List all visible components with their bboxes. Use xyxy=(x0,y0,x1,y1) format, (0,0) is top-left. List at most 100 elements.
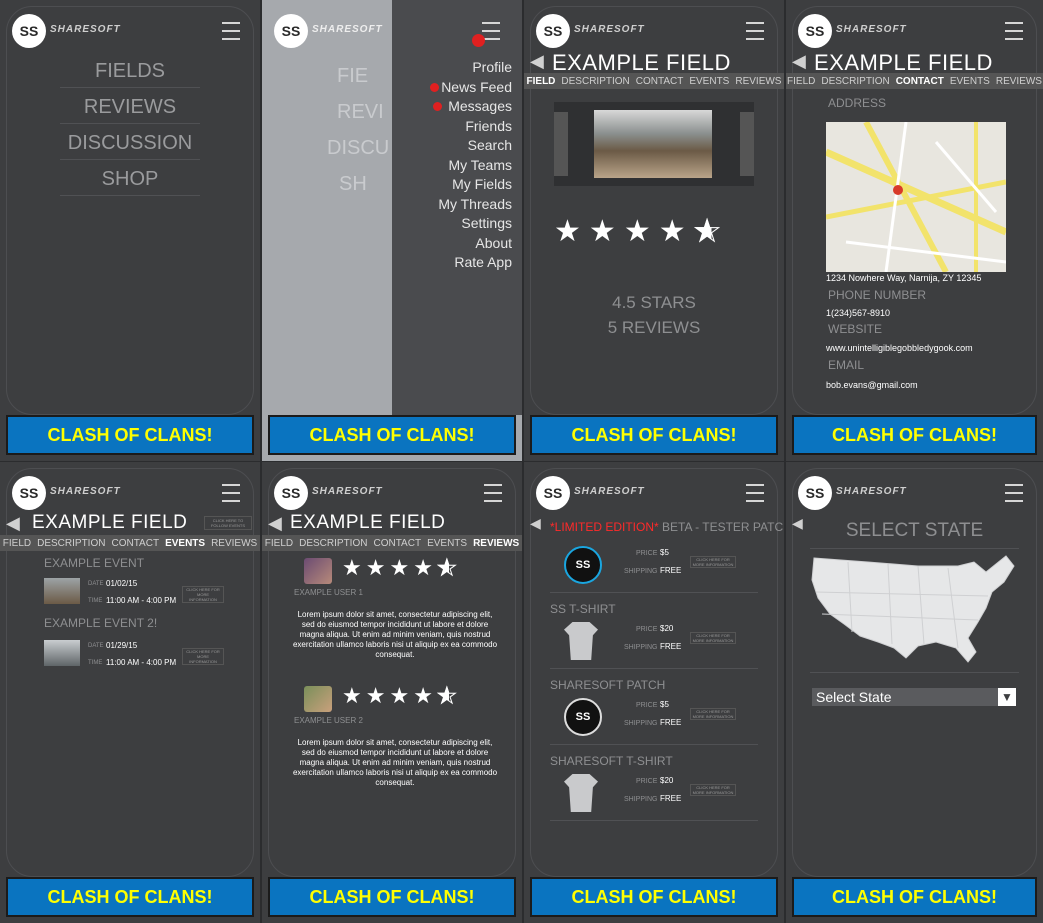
location-map[interactable] xyxy=(826,122,1006,272)
tab-field[interactable]: FIELD xyxy=(527,76,556,87)
avatar[interactable] xyxy=(304,558,332,584)
website-link[interactable]: www.unintelligiblegobbledygook.com xyxy=(826,343,973,353)
menu-item-shop[interactable]: SHOP xyxy=(0,166,260,202)
ad-banner[interactable]: CLASH OF CLANS! xyxy=(530,415,778,455)
tab-events[interactable]: EVENTS xyxy=(689,76,729,87)
sharesoft-logo[interactable]: SS xyxy=(536,14,570,48)
drawer-item-settings[interactable]: Settings xyxy=(430,214,512,234)
ad-banner[interactable]: CLASH OF CLANS! xyxy=(792,877,1037,917)
back-arrow-icon[interactable]: ◀ xyxy=(530,516,541,532)
tab-bar: FIELD DESCRIPTION CONTACT EVENTS REVIEWS xyxy=(262,535,522,551)
star-icon: ★ xyxy=(588,214,624,249)
menu-icon[interactable] xyxy=(484,484,502,502)
email-link[interactable]: bob.evans@gmail.com xyxy=(826,380,918,390)
follow-events-button[interactable]: CLICK HERE TO FOLLOW EVENTS xyxy=(204,516,252,530)
drawer-item-news-feed[interactable]: News Feed xyxy=(430,78,512,98)
more-info-button[interactable]: CLICK HERE FOR MORE INFORMATION xyxy=(690,708,736,720)
ad-banner[interactable]: CLASH OF CLANS! xyxy=(6,415,254,455)
tab-field[interactable]: FIELD xyxy=(787,76,815,87)
menu-icon[interactable] xyxy=(746,22,764,40)
sharesoft-logo[interactable]: SS xyxy=(536,476,570,510)
drawer-item-search[interactable]: Search xyxy=(430,136,512,156)
menu-item-fields[interactable]: FIELDS xyxy=(0,58,260,94)
tab-description[interactable]: DESCRIPTION xyxy=(821,76,889,87)
phone-value[interactable]: 1(234)567-8910 xyxy=(826,308,890,318)
drawer-item-messages[interactable]: Messages xyxy=(430,97,512,117)
drawer-item-profile[interactable]: Profile xyxy=(430,58,512,78)
menu-item-reviews[interactable]: REVIEWS xyxy=(0,94,260,130)
price-label: PRICE xyxy=(636,778,658,785)
menu-icon[interactable] xyxy=(222,22,240,40)
tab-description[interactable]: DESCRIPTION xyxy=(37,538,105,549)
menu-icon[interactable] xyxy=(1005,22,1023,40)
ad-banner[interactable]: CLASH OF CLANS! xyxy=(268,415,516,455)
more-info-button[interactable]: CLICK HERE FOR MORE INFORMATION xyxy=(182,648,224,665)
back-arrow-icon[interactable]: ◀ xyxy=(792,51,806,72)
tab-reviews[interactable]: REVIEWS xyxy=(996,76,1042,87)
ad-banner[interactable]: CLASH OF CLANS! xyxy=(268,877,516,917)
menu-icon[interactable] xyxy=(482,22,500,40)
item-price: $5 xyxy=(660,548,669,557)
panel-drawer: SS SHARESOFT FIE REVI DISCU SH Profile N… xyxy=(262,0,522,461)
star-icon: ★ xyxy=(436,684,461,710)
back-arrow-icon[interactable]: ◀ xyxy=(6,513,20,534)
tab-field[interactable]: FIELD xyxy=(3,538,31,549)
shop-item[interactable]: SHARESOFT T-SHIRT PRICE $20 SHIPPING FREE CLI… xyxy=(524,754,784,842)
event-item[interactable]: EXAMPLE EVENT 2! DATE 01/29/15 TIME 11:0… xyxy=(0,616,260,676)
tab-events[interactable]: EVENTS xyxy=(427,538,467,549)
review-user[interactable]: EXAMPLE USER 2 xyxy=(294,716,363,725)
more-info-button[interactable]: CLICK HERE FOR MORE INFORMATION xyxy=(182,586,224,603)
back-arrow-icon[interactable]: ◀ xyxy=(530,51,544,72)
drawer-item-my-fields[interactable]: My Fields xyxy=(430,175,512,195)
ad-banner[interactable]: CLASH OF CLANS! xyxy=(792,415,1037,455)
ad-banner[interactable]: CLASH OF CLANS! xyxy=(530,877,778,917)
drawer-item-friends[interactable]: Friends xyxy=(430,117,512,137)
shipping-label: SHIPPING xyxy=(624,644,658,651)
menu-item-fields: FIE xyxy=(337,65,369,87)
tab-contact[interactable]: CONTACT xyxy=(111,538,159,549)
sharesoft-logo[interactable]: SS xyxy=(12,14,46,48)
menu-icon[interactable] xyxy=(746,484,764,502)
price-label: PRICE xyxy=(636,550,658,557)
menu-item-discussion[interactable]: DISCUSSION xyxy=(0,130,260,166)
drawer-item-my-teams[interactable]: My Teams xyxy=(430,156,512,176)
more-info-button[interactable]: CLICK HERE FOR MORE INFORMATION xyxy=(690,632,736,644)
drawer-item-rate-app[interactable]: Rate App xyxy=(430,253,512,273)
tab-events[interactable]: EVENTS xyxy=(165,538,205,549)
tab-description[interactable]: DESCRIPTION xyxy=(299,538,367,549)
sharesoft-logo[interactable]: SS xyxy=(12,476,46,510)
tab-field[interactable]: FIELD xyxy=(265,538,293,549)
tab-events[interactable]: EVENTS xyxy=(950,76,990,87)
event-item[interactable]: EXAMPLE EVENT DATE 01/02/15 TIME 11:00 A… xyxy=(0,556,260,616)
notification-dot xyxy=(472,34,485,47)
state-select[interactable]: Select State ▼ xyxy=(812,688,1016,706)
menu-icon[interactable] xyxy=(1005,484,1023,502)
dropdown-arrow-icon[interactable]: ▼ xyxy=(998,688,1016,706)
logo-wordmark: SHARESOFT xyxy=(312,24,383,35)
tab-contact[interactable]: CONTACT xyxy=(636,76,684,87)
review-stars: ★★★★★ xyxy=(342,684,461,710)
reviews-count: 5 REVIEWS xyxy=(607,318,701,337)
tab-reviews[interactable]: REVIEWS xyxy=(735,76,781,87)
review-user[interactable]: EXAMPLE USER 1 xyxy=(294,588,363,597)
us-map[interactable] xyxy=(808,552,1018,673)
more-info-button[interactable]: CLICK HERE FOR MORE INFORMATION xyxy=(690,556,736,568)
ad-banner[interactable]: CLASH OF CLANS! xyxy=(6,877,254,917)
drawer-item-my-threads[interactable]: My Threads xyxy=(430,195,512,215)
tab-contact[interactable]: CONTACT xyxy=(896,76,944,87)
menu-icon[interactable] xyxy=(222,484,240,502)
drawer-item-about[interactable]: About xyxy=(430,234,512,254)
sharesoft-logo[interactable]: SS xyxy=(274,476,308,510)
sharesoft-logo[interactable]: SS xyxy=(798,476,832,510)
avatar[interactable] xyxy=(304,686,332,712)
sharesoft-logo[interactable]: SS xyxy=(798,14,832,48)
tab-reviews[interactable]: REVIEWS xyxy=(473,538,519,549)
back-arrow-icon[interactable]: ◀ xyxy=(268,513,282,534)
tab-reviews[interactable]: REVIEWS xyxy=(211,538,257,549)
sharesoft-logo[interactable]: SS xyxy=(274,14,308,48)
menu-item-shop: SH xyxy=(339,173,367,195)
photo-carousel[interactable] xyxy=(554,102,754,186)
tab-contact[interactable]: CONTACT xyxy=(373,538,421,549)
more-info-button[interactable]: CLICK HERE FOR MORE INFORMATION xyxy=(690,784,736,796)
tab-description[interactable]: DESCRIPTION xyxy=(561,76,629,87)
